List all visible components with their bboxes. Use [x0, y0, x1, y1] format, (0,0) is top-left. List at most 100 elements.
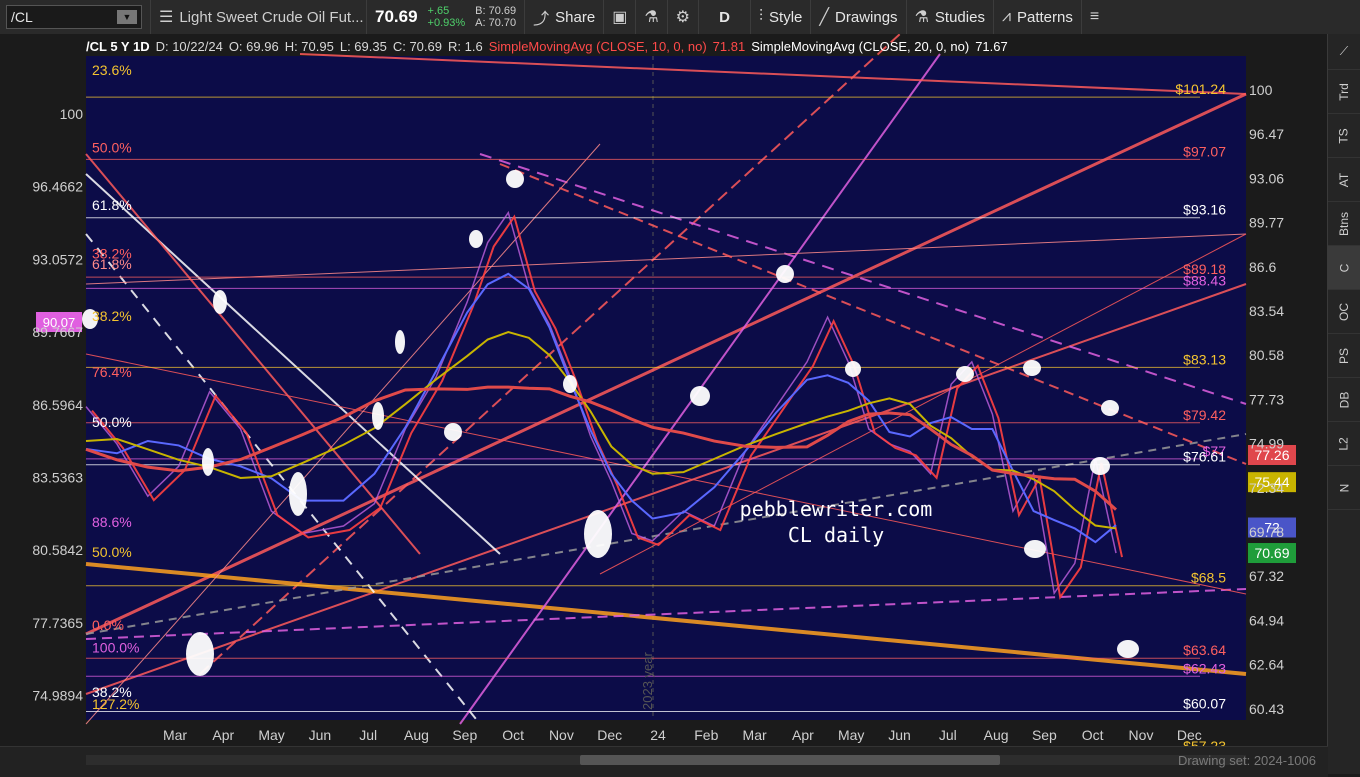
period-button[interactable]: D — [699, 0, 752, 34]
right-sidebar: ⟋ Trd TS AT Btns C OC PS DB L2 N — [1327, 34, 1360, 774]
fib-label: 50.0% — [92, 414, 132, 430]
x-tick-label: Oct — [1082, 727, 1104, 743]
x-tick-label: Mar — [743, 727, 767, 743]
y-tick-label-left: 96.4662 — [32, 179, 83, 195]
sma10-value: 71.81 — [712, 38, 746, 54]
sidebar-tab-ps[interactable]: PS — [1328, 334, 1360, 378]
sidebar-tab-c[interactable]: C — [1328, 246, 1360, 290]
highlight-ellipse — [563, 375, 577, 393]
menu-icon: ≡ — [1089, 8, 1100, 25]
study-legend: /CL 5 Y 1D D: 10/22/24 O: 69.96 H: 70.95… — [86, 36, 1214, 56]
settings-button[interactable]: ⚙ — [668, 0, 700, 34]
flask-button[interactable]: ⚗ — [636, 0, 668, 34]
x-tick-label: Aug — [984, 727, 1009, 743]
quote-box: 70.69 +.65 +0.93% B: 70.69 A: 70.70 — [367, 0, 526, 34]
fib-label: 100.0% — [92, 639, 139, 655]
y-tick-label-right: 83.54 — [1249, 303, 1284, 319]
sma10-label[interactable]: SimpleMovingAvg (CLOSE, 10, 0, no) — [489, 39, 707, 54]
x-tick-label: Sep — [1032, 727, 1057, 743]
drawing-set-label[interactable]: Drawing set: 2024-1006 — [1178, 753, 1316, 768]
y-tick-label-left: 77.7365 — [32, 615, 83, 631]
level-label: $62.43 — [1183, 660, 1226, 676]
bar-date: D: 10/22/24 — [155, 38, 223, 54]
x-tick-label: Apr — [212, 727, 234, 743]
y-tick-label-right: 86.6 — [1249, 259, 1276, 275]
sidebar-tab-btns[interactable]: Btns — [1328, 202, 1360, 246]
y-tick-label-right: 74.99 — [1249, 436, 1284, 452]
x-tick-label: Jul — [359, 727, 377, 743]
sidebar-tab-trd[interactable]: Trd — [1328, 70, 1360, 114]
fib-label: 0.0% — [92, 617, 124, 633]
level-label: $101.24 — [1175, 81, 1226, 97]
highlight-ellipse — [444, 423, 462, 441]
menu-button[interactable]: ≡ — [1082, 0, 1107, 34]
x-tick-label: Aug — [404, 727, 429, 743]
studies-button[interactable]: ⚗ Studies — [907, 0, 994, 34]
sidebar-tab-ts[interactable]: TS — [1328, 114, 1360, 158]
highlight-ellipse — [584, 510, 612, 558]
share-button[interactable]: ⤴ Share — [525, 0, 605, 34]
fib-label: 61.8% — [92, 197, 132, 213]
x-tick-label: May — [258, 727, 284, 743]
symbol-description[interactable]: ☰ Light Sweet Crude Oil Fut... — [151, 0, 367, 34]
sliders-icon: ☰ — [159, 9, 174, 26]
watermark-line-1: pebblewriter.com — [740, 497, 933, 521]
alert-button[interactable]: ▣ — [604, 0, 637, 34]
level-label: $76.61 — [1183, 449, 1226, 465]
highlight-ellipse — [690, 386, 710, 406]
symbol-selector[interactable]: /CL ▼ — [0, 0, 151, 34]
sma20-label[interactable]: SimpleMovingAvg (CLOSE, 20, 0, no) — [751, 39, 969, 54]
y-tick-label-left: 74.9894 — [32, 688, 83, 704]
flask-icon: ⚗ — [914, 9, 929, 26]
sidebar-tab-l2[interactable]: L2 — [1328, 422, 1360, 466]
highlight-ellipse — [956, 366, 974, 382]
level-label: $97.07 — [1183, 143, 1226, 159]
fib-label: 23.6% — [92, 62, 132, 78]
chevron-down-icon[interactable]: ▼ — [117, 10, 137, 24]
highlight-ellipse — [776, 265, 794, 283]
x-tick-label: Feb — [694, 727, 718, 743]
sidebar-tab-draw-tool[interactable]: ⟋ — [1328, 34, 1360, 70]
y-tick-label-right: 69.78 — [1249, 524, 1284, 540]
net-change: +.65 — [427, 5, 450, 17]
sidebar-tab-oc[interactable]: OC — [1328, 290, 1360, 334]
y-tick-label-right: 96.47 — [1249, 126, 1284, 142]
patterns-button[interactable]: ⩘ Patterns — [994, 0, 1082, 34]
ask-price: A: 70.70 — [475, 17, 517, 29]
y-tick-label-right: 93.06 — [1249, 170, 1284, 186]
symbol-text: /CL — [11, 9, 33, 25]
x-tick-label: Nov — [1129, 727, 1154, 743]
x-tick-label: Jun — [888, 727, 911, 743]
highlight-ellipse — [1090, 457, 1110, 475]
alert-icon: ▣ — [612, 9, 628, 26]
sidebar-tab-db[interactable]: DB — [1328, 378, 1360, 422]
pencil-line-icon: ╱ — [819, 9, 830, 26]
highlight-ellipse — [469, 230, 483, 248]
x-tick-label: Sep — [452, 727, 477, 743]
highlight-ellipse — [1117, 640, 1139, 658]
bar-close: C: 70.69 — [392, 38, 442, 54]
x-tick-label: Jun — [309, 727, 332, 743]
style-button[interactable]: ⫶ Style — [751, 0, 812, 34]
x-tick-label: May — [838, 727, 864, 743]
sidebar-tab-at[interactable]: AT — [1328, 158, 1360, 202]
fib-label: 61.8% — [92, 256, 132, 272]
scrollbar-thumb[interactable] — [580, 755, 1000, 765]
y-tick-label-left: 86.5964 — [32, 397, 83, 413]
x-tick-label: Dec — [1177, 727, 1202, 743]
share-icon: ⤴ — [533, 11, 550, 28]
bar-low: L: 69.35 — [339, 38, 387, 54]
y-tick-label-right: 77.73 — [1249, 391, 1284, 407]
y-tick-label-right: 60.43 — [1249, 701, 1284, 717]
y-tick-label-right: 89.77 — [1249, 215, 1284, 231]
highlight-ellipse — [845, 361, 861, 377]
y-tick-label-left: 83.5363 — [32, 470, 83, 486]
highlight-ellipse — [395, 330, 405, 354]
highlight-ellipse — [202, 448, 214, 476]
fib-label: 50.0% — [92, 544, 132, 560]
sidebar-tab-n[interactable]: N — [1328, 466, 1360, 510]
watermark-line-2: CL daily — [788, 523, 884, 547]
drawings-button[interactable]: ╱ Drawings — [811, 0, 907, 34]
highlight-ellipse — [289, 472, 307, 516]
price-chart[interactable]: $101.24$97.07$93.16$89.18$88.43$83.13$79… — [0, 34, 1328, 746]
